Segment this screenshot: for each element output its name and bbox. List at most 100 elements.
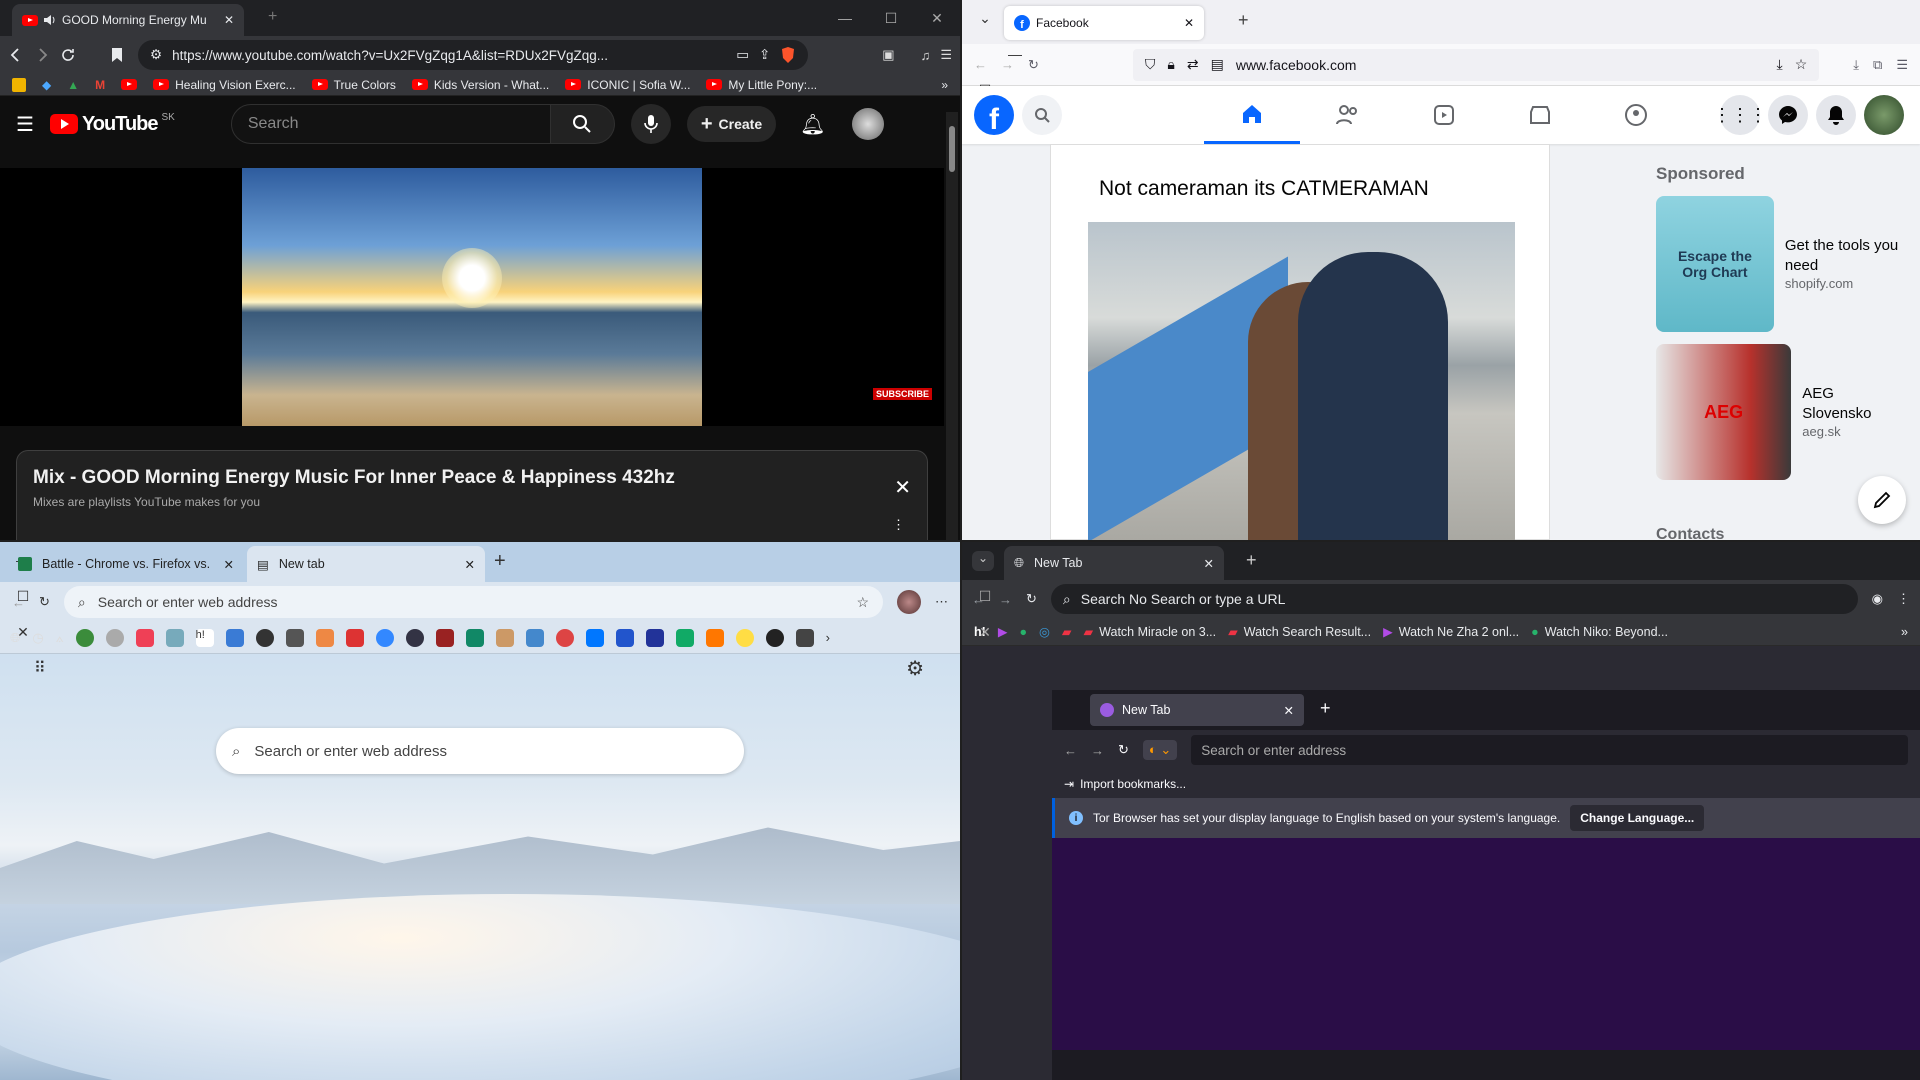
close-tab-icon[interactable]: ✕ <box>224 557 234 572</box>
post-photo[interactable] <box>1088 222 1515 540</box>
site-info-icon[interactable]: ⚙ <box>150 47 162 63</box>
new-message-icon[interactable] <box>1858 476 1906 524</box>
apps-grid-icon[interactable]: ⠿ <box>34 658 46 678</box>
tab-strip: ⌄ 🌐︎ New Tab ✕ + — ☐ ✕ <box>962 542 1920 640</box>
close-icon[interactable]: ✕ <box>894 475 911 500</box>
youtube-header: ☰ YouTube SK Search + Create 🔔︎ <box>0 96 960 152</box>
video-icon[interactable] <box>1396 86 1492 144</box>
change-language-button[interactable]: Change Language... <box>1570 805 1705 831</box>
close-tab-icon[interactable]: ✕ <box>1284 703 1294 718</box>
more-bookmarks-icon[interactable]: » <box>941 78 948 92</box>
ad-item[interactable]: Escape the Org Chart Get the tools you n… <box>1656 196 1906 332</box>
bookmark-item[interactable]: Healing Vision Exerc... <box>153 78 296 92</box>
new-tab-icon[interactable]: + <box>268 8 277 26</box>
home-icon[interactable] <box>1204 86 1300 144</box>
reader-icon[interactable]: ▣ <box>882 47 894 63</box>
forward-icon[interactable]: → <box>1091 743 1104 758</box>
minimize-icon[interactable]: — <box>992 36 1038 72</box>
bookmark-item[interactable]: My Little Pony:... <box>706 78 817 92</box>
bookmark-item[interactable]: True Colors <box>311 78 396 92</box>
search-input[interactable]: Search <box>230 104 551 144</box>
share-icon[interactable]: ⇪ <box>759 47 770 63</box>
import-bookmarks[interactable]: ⇥ Import bookmarks... <box>1052 770 1920 798</box>
brave-shield-icon[interactable] <box>780 46 796 64</box>
close-tab-icon[interactable]: ✕ <box>1184 16 1194 30</box>
close-icon[interactable]: ✕ <box>914 0 960 36</box>
tab-youtube[interactable]: GOOD Morning Energy Mu ✕ <box>12 4 244 36</box>
avatar[interactable] <box>1864 95 1904 135</box>
cast-icon[interactable]: ▭ <box>736 47 749 63</box>
tab-facebook[interactable]: f Facebook ✕ <box>1004 6 1204 40</box>
marketplace-icon[interactable] <box>1492 86 1588 144</box>
forward-icon[interactable] <box>34 47 50 63</box>
tab-search-icon[interactable]: ⌄ <box>972 551 994 571</box>
browser-toolbar: ⚙ https://www.youtube.com/watch?v=Ux2FVg… <box>0 36 960 74</box>
edge-window: Battle - Chrome vs. Firefox vs. E ✕ ▤ Ne… <box>0 542 960 1080</box>
hamburger-icon[interactable]: ☰ <box>16 112 34 137</box>
youtube-logo[interactable]: YouTube SK <box>49 112 175 136</box>
reload-icon[interactable]: ↻ <box>1118 742 1129 758</box>
scrollbar-thumb[interactable] <box>949 126 955 172</box>
page-favicon-icon <box>18 557 32 571</box>
mix-playlist-panel: Mix - GOOD Morning Energy Music For Inne… <box>16 450 928 540</box>
mountains-image <box>0 827 960 904</box>
maximize-icon[interactable]: ☐ <box>0 578 46 614</box>
close-tab-icon[interactable]: ✕ <box>224 13 234 27</box>
notifications-icon[interactable] <box>1816 95 1856 135</box>
tool-icon[interactable]: ◆ <box>42 78 51 92</box>
tab-new-tab[interactable]: 🌐︎ New Tab ✕ <box>1004 546 1224 580</box>
speaker-icon[interactable] <box>42 13 56 27</box>
tor-address-bar[interactable]: Search or enter address <box>1191 735 1908 765</box>
bookmark-item[interactable]: Kids Version - What... <box>411 78 549 92</box>
search-button[interactable] <box>1022 95 1062 135</box>
maximize-icon[interactable]: ☐ <box>868 0 914 36</box>
more-options-icon[interactable]: ⋮ <box>892 517 905 533</box>
menu-icon[interactable]: ☰ <box>940 47 952 63</box>
close-tab-icon[interactable]: ✕ <box>465 557 475 572</box>
media-icon[interactable]: ♫ <box>921 48 931 63</box>
messenger-icon[interactable] <box>1768 95 1808 135</box>
address-bar[interactable]: ⚙ https://www.youtube.com/watch?v=Ux2FVg… <box>138 40 809 70</box>
notifications-icon[interactable]: 🔔︎ <box>800 112 825 137</box>
search-button[interactable] <box>550 104 615 144</box>
new-tab-icon[interactable]: + <box>1320 698 1331 719</box>
bookmark-item[interactable]: ICONIC | Sofia W... <box>565 78 690 92</box>
list-tabs-icon[interactable]: ⌄ <box>962 0 1008 36</box>
back-icon[interactable]: ← <box>1064 743 1077 758</box>
menu-grid-icon[interactable]: ⋮⋮⋮ <box>1713 95 1767 135</box>
bookmark-icon[interactable] <box>110 47 124 63</box>
close-icon[interactable]: ✕ <box>962 614 1008 650</box>
groups-icon[interactable] <box>1588 86 1684 144</box>
new-tab-icon[interactable]: + <box>1238 10 1249 31</box>
tab-new-tab[interactable]: ▤ New tab ✕ <box>247 546 485 582</box>
close-icon[interactable]: ✕ <box>0 614 46 650</box>
mix-title[interactable]: Mix - GOOD Morning Energy Music For Inne… <box>33 467 911 489</box>
reload-icon[interactable] <box>60 47 76 63</box>
new-tab-icon[interactable]: + <box>494 550 506 573</box>
friends-icon[interactable] <box>1300 86 1396 144</box>
voice-search-button[interactable] <box>630 104 671 144</box>
maximize-icon[interactable]: ☐ <box>962 578 1008 614</box>
avatar[interactable] <box>851 108 884 140</box>
drive-icon[interactable]: ▲ <box>67 78 79 92</box>
tor-tab-new-tab[interactable]: New Tab ✕ <box>1090 694 1304 726</box>
tab-battle[interactable]: Battle - Chrome vs. Firefox vs. E ✕ <box>8 546 244 582</box>
close-tab-icon[interactable]: ✕ <box>1204 556 1214 571</box>
brave-window: GOOD Morning Energy Mu ✕ + — ☐ ✕ ⚙ https… <box>0 0 960 540</box>
ad-item[interactable]: AEG AEG Slovensko aeg.sk <box>1656 344 1906 480</box>
minimize-icon[interactable]: — <box>822 0 868 36</box>
facebook-logo-icon[interactable]: f <box>974 95 1014 135</box>
back-icon[interactable] <box>8 47 24 63</box>
bookmark-folder-icon[interactable] <box>12 77 26 92</box>
tor-favicon-icon <box>1100 703 1114 717</box>
settings-gear-icon[interactable]: ⚙ <box>906 656 924 681</box>
scrollbar[interactable] <box>946 112 958 540</box>
gmail-icon[interactable]: M <box>95 78 105 92</box>
search-box[interactable]: ⌕ Search or enter web address <box>216 728 744 774</box>
security-level-icon[interactable]: ◐ ⌄ <box>1142 740 1178 760</box>
subscribe-watermark[interactable]: SUBSCRIBE <box>872 388 932 400</box>
new-tab-icon[interactable]: + <box>1246 550 1257 571</box>
youtube-bookmark-icon[interactable] <box>121 79 138 90</box>
video-player[interactable]: SUBSCRIBE <box>0 168 944 426</box>
create-button[interactable]: + Create <box>686 106 777 142</box>
